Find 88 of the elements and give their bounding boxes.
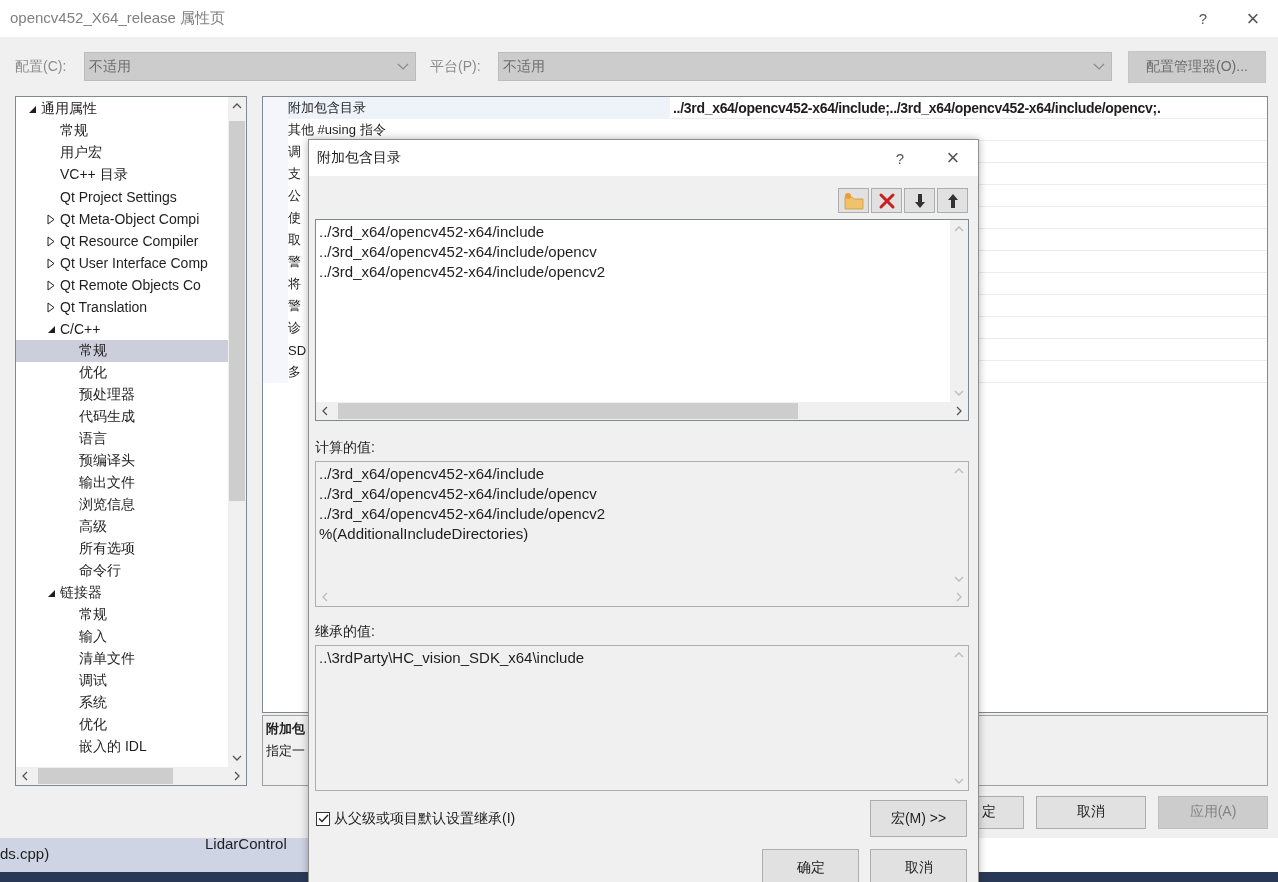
- configuration-label: 配置(C):: [15, 57, 68, 76]
- horizontal-scrollbar[interactable]: [316, 402, 968, 420]
- tree-item[interactable]: 命令行: [16, 560, 228, 582]
- tree-item[interactable]: Qt Meta-Object Compi: [16, 208, 228, 230]
- cancel-button[interactable]: 取消: [870, 849, 967, 882]
- expanded-triangle-icon[interactable]: [47, 588, 56, 598]
- tree-item[interactable]: 常规: [16, 340, 228, 362]
- close-button[interactable]: ×: [1228, 0, 1278, 37]
- close-button[interactable]: ×: [928, 139, 978, 177]
- description-text: 指定一: [266, 742, 306, 760]
- tree-item[interactable]: VC++ 目录: [16, 164, 228, 186]
- tree-item[interactable]: Qt Translation: [16, 296, 228, 318]
- tree-item[interactable]: 高级: [16, 516, 228, 538]
- directory-entry[interactable]: ../3rd_x64/opencv452-x64/include: [319, 222, 947, 242]
- macro-button[interactable]: 宏(M) >>: [870, 800, 967, 837]
- chevron-right-icon[interactable]: [234, 771, 240, 781]
- up-arrow-icon: [946, 192, 959, 209]
- directory-entry[interactable]: ../3rd_x64/opencv452-x64/include/opencv2: [319, 262, 947, 282]
- description-title: 附加包: [266, 720, 306, 738]
- collapsed-triangle-icon[interactable]: [47, 279, 55, 291]
- tree-item[interactable]: 代码生成: [16, 406, 228, 428]
- tree-item[interactable]: 输入: [16, 626, 228, 648]
- window-title: opencv452_X64_release 属性页: [10, 9, 226, 28]
- help-button[interactable]: ?: [872, 139, 928, 177]
- computed-value: ../3rd_x64/opencv452-x64/include: [319, 464, 546, 484]
- chevron-down-icon[interactable]: [232, 755, 242, 761]
- chevron-left-icon[interactable]: [22, 771, 28, 781]
- file-tab-text: ds.cpp): [0, 845, 51, 862]
- computed-value: %(AdditionalIncludeDirectories): [319, 524, 530, 544]
- move-down-button[interactable]: [904, 188, 935, 213]
- directory-entry[interactable]: ../3rd_x64/opencv452-x64/include/opencv: [319, 242, 947, 262]
- collapsed-triangle-icon[interactable]: [47, 257, 55, 269]
- vertical-scrollbar[interactable]: [228, 97, 246, 767]
- expanded-triangle-icon[interactable]: [47, 324, 56, 334]
- tree-item[interactable]: 系统: [16, 692, 228, 714]
- checkbox[interactable]: [316, 811, 330, 826]
- chevron-down-icon: [397, 63, 409, 70]
- chevron-right-icon[interactable]: [956, 406, 962, 416]
- chevron-left-icon[interactable]: [322, 406, 328, 416]
- tree-item[interactable]: 语言: [16, 428, 228, 450]
- delete-button[interactable]: [871, 188, 902, 213]
- tree-item[interactable]: Qt Project Settings: [16, 186, 228, 208]
- move-up-button[interactable]: [937, 188, 968, 213]
- tree-item[interactable]: 调试: [16, 670, 228, 692]
- tree-item[interactable]: 通用属性: [16, 98, 228, 120]
- tree-item[interactable]: C/C++: [16, 318, 228, 340]
- inherited-value: ..\3rdParty\HC_vision_SDK_x64\include: [319, 648, 586, 668]
- horizontal-scrollbar[interactable]: [16, 767, 246, 785]
- delete-icon: [877, 191, 896, 210]
- tree-item[interactable]: 常规: [16, 120, 228, 142]
- collapsed-triangle-icon[interactable]: [47, 301, 55, 313]
- tree-item[interactable]: 所有选项: [16, 538, 228, 560]
- tree-item[interactable]: 链接器: [16, 582, 228, 604]
- tree-item[interactable]: 优化: [16, 362, 228, 384]
- tree-item[interactable]: 输出文件: [16, 472, 228, 494]
- collapsed-triangle-icon[interactable]: [47, 235, 55, 247]
- chevron-up-icon[interactable]: [232, 103, 242, 109]
- tree-item[interactable]: 用户宏: [16, 142, 228, 164]
- collapsed-triangle-icon[interactable]: [47, 213, 55, 225]
- folder-icon: [842, 191, 865, 210]
- dialog-title: 附加包含目录: [317, 149, 401, 167]
- checkbox-label[interactable]: 从父级或项目默认设置继承(I): [334, 809, 516, 828]
- tree-item[interactable]: 优化: [16, 714, 228, 736]
- tree-item[interactable]: 预处理器: [16, 384, 228, 406]
- property-name[interactable]: 附加包含目录: [288, 97, 670, 119]
- directory-list[interactable]: ../3rd_x64/opencv452-x64/include ../3rd_x64/opencv452-x64/include/opencv ../3rd_x64/opencv452-x64/include/opencv2: [315, 219, 969, 421]
- property-name[interactable]: 其他 #using 指令: [288, 119, 670, 141]
- expanded-triangle-icon[interactable]: [28, 104, 37, 114]
- platform-label: 平台(P):: [430, 57, 482, 76]
- help-button[interactable]: ?: [1178, 0, 1228, 37]
- tree-item[interactable]: Qt Resource Compiler: [16, 230, 228, 252]
- ok-button[interactable]: 确定: [762, 849, 859, 882]
- tree-item[interactable]: 常规: [16, 604, 228, 626]
- tree-item[interactable]: Qt User Interface Comp: [16, 252, 228, 274]
- inherited-values-label: 继承的值:: [315, 623, 376, 639]
- computed-value: ../3rd_x64/opencv452-x64/include/opencv2: [319, 504, 607, 524]
- dialog-button[interactable]: 取消: [1036, 795, 1146, 829]
- tree-item[interactable]: Qt Remote Objects Co: [16, 274, 228, 296]
- down-arrow-icon: [913, 192, 926, 209]
- project-name: LidarControl: [205, 834, 287, 852]
- tree-item[interactable]: 嵌入的 IDL: [16, 736, 228, 758]
- computed-value: ../3rd_x64/opencv452-x64/include/opencv: [319, 484, 598, 504]
- tree-item[interactable]: 浏览信息: [16, 494, 228, 516]
- computed-values-label: 计算的值:: [315, 439, 376, 455]
- tree-item[interactable]: 预编译头: [16, 450, 228, 472]
- property-value[interactable]: ../3rd_x64/opencv452-x64/include;../3rd_x64/opencv452-x64/include/opencv;.: [673, 99, 1161, 116]
- chevron-down-icon: [1093, 63, 1105, 70]
- tree-item[interactable]: 清单文件: [16, 648, 228, 670]
